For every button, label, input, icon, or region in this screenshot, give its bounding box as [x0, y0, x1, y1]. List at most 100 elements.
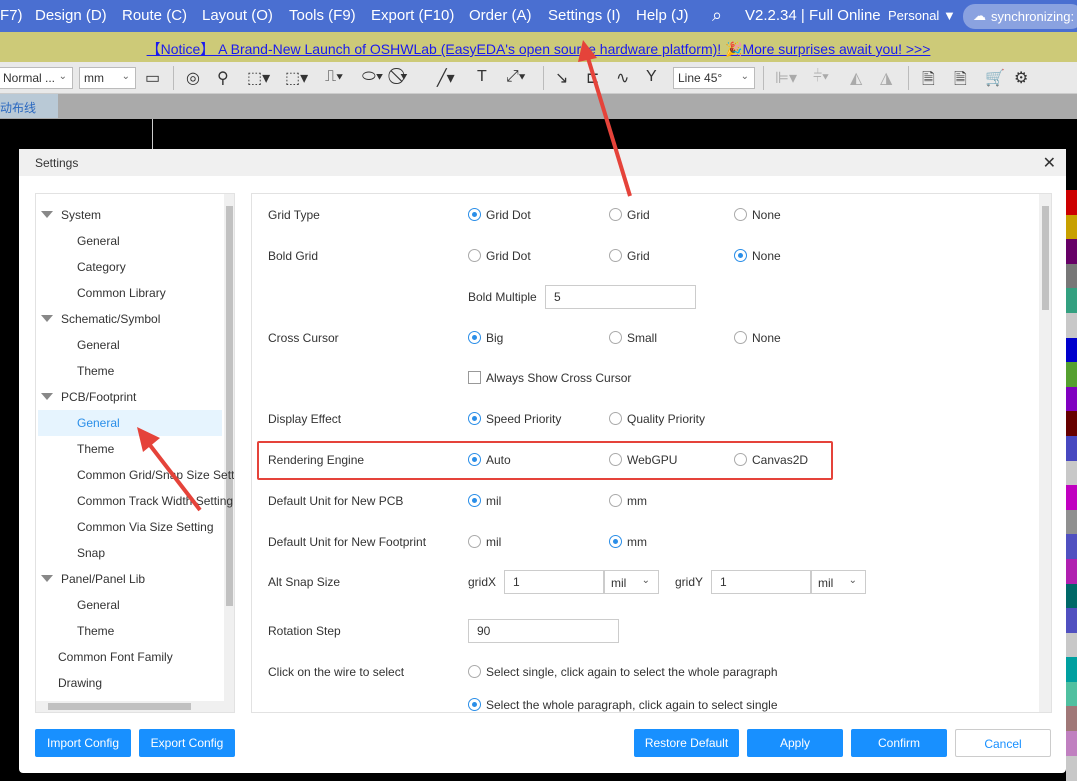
bold-grid-option[interactable]: Grid Dot: [468, 249, 531, 263]
layer-color-swatch[interactable]: [1066, 509, 1077, 535]
cart-icon[interactable]: 🛒: [985, 68, 1005, 88]
account-dropdown[interactable]: Personal ▼: [888, 8, 956, 23]
caret-down-icon[interactable]: [41, 393, 53, 400]
unit-pcb-option[interactable]: mil: [468, 494, 501, 508]
tree-item[interactable]: Common Grid/Snap Size Setting: [38, 462, 234, 488]
grid-type-option[interactable]: Grid Dot: [468, 208, 531, 222]
route-mode-select[interactable]: Line 45° ⌄: [673, 67, 755, 89]
tree-item[interactable]: General: [38, 410, 222, 436]
tree-item[interactable]: General: [38, 228, 222, 254]
cross-cursor-option[interactable]: Small: [609, 331, 657, 345]
caret-down-icon[interactable]: [41, 315, 53, 322]
layer-color-swatch[interactable]: [1066, 657, 1077, 682]
notice-link[interactable]: 【Notice】 A Brand-New Launch of OSHWLab (…: [147, 41, 931, 57]
unit-footprint-option[interactable]: mm: [609, 535, 647, 549]
gridy-input[interactable]: 1: [711, 570, 811, 594]
layer-color-swatch[interactable]: [1066, 534, 1077, 559]
unit-select[interactable]: mm ⌄: [79, 67, 136, 89]
layer-color-swatch[interactable]: [1066, 190, 1077, 215]
bold-multiple-input[interactable]: 5: [545, 285, 696, 309]
layer-color-swatch[interactable]: [1066, 681, 1077, 707]
layer-color-swatch[interactable]: [1066, 263, 1077, 289]
menu-tools[interactable]: Tools (F9): [289, 7, 356, 24]
import-config-button[interactable]: Import Config: [35, 729, 131, 757]
layer-color-swatch[interactable]: [1066, 706, 1077, 732]
layer-color-swatch[interactable]: [1066, 214, 1077, 240]
tree-item[interactable]: Theme: [38, 618, 222, 644]
gear-icon[interactable]: ⚙: [1014, 68, 1028, 88]
wire-select-option[interactable]: Select single, click again to select the…: [468, 665, 778, 679]
tree-item[interactable]: Common Font Family: [38, 644, 222, 670]
tree-item[interactable]: Panel/Panel Lib: [38, 566, 222, 592]
gridy-unit-select[interactable]: mil ⌄: [811, 570, 866, 594]
layer-color-swatch[interactable]: [1066, 337, 1077, 363]
polygon-region-icon[interactable]: ⬚▾: [285, 68, 308, 88]
tree-item[interactable]: Theme: [38, 436, 222, 462]
cross-cursor-option[interactable]: Big: [468, 331, 503, 345]
layer-color-swatch[interactable]: [1066, 239, 1077, 264]
tree-vertical-scrollbar[interactable]: [224, 194, 234, 701]
display-effect-option[interactable]: Quality Priority: [609, 412, 705, 426]
tab-document[interactable]: 动布线: [0, 94, 58, 118]
search-icon[interactable]: ⌕: [712, 5, 722, 26]
cross-cursor-option[interactable]: None: [734, 331, 781, 345]
gridx-input[interactable]: 1: [504, 570, 604, 594]
menu-settings[interactable]: Settings (I): [548, 7, 621, 24]
pad-icon[interactable]: ⚲: [217, 68, 229, 88]
grid-type-option[interactable]: Grid: [609, 208, 650, 222]
tree-item[interactable]: General: [38, 332, 222, 358]
text-icon[interactable]: T: [477, 68, 487, 86]
layer-color-swatch[interactable]: [1066, 435, 1077, 461]
cancel-button[interactable]: Cancel: [955, 729, 1051, 757]
menu-route[interactable]: Route (C): [122, 7, 187, 24]
flip-vertical-icon[interactable]: ◮: [880, 68, 892, 88]
tree-item[interactable]: Schematic/Symbol: [38, 306, 222, 332]
ruler-icon[interactable]: ▭: [145, 68, 160, 88]
tree-item[interactable]: Category: [38, 254, 222, 280]
bold-grid-option[interactable]: None: [734, 249, 781, 263]
tree-item[interactable]: Snap: [38, 540, 222, 566]
via-icon[interactable]: ◎: [186, 68, 200, 88]
menu-view[interactable]: F7): [0, 7, 23, 24]
rotation-step-input[interactable]: 90: [468, 619, 619, 643]
layer-color-swatch[interactable]: [1066, 755, 1077, 781]
always-show-cross-cursor-checkbox[interactable]: Always Show Cross Cursor: [468, 371, 631, 385]
unit-pcb-option[interactable]: mm: [609, 494, 647, 508]
layer-color-swatch[interactable]: [1066, 312, 1077, 338]
fanout-icon[interactable]: Y: [646, 68, 657, 86]
layer-color-swatch[interactable]: [1066, 485, 1077, 510]
sync-status[interactable]: ☁ synchronizing:: [963, 4, 1077, 29]
menu-design[interactable]: Design (D): [35, 7, 107, 24]
polyline-icon[interactable]: ⎍▾: [325, 68, 343, 86]
mode-select[interactable]: Normal ... ⌄: [0, 67, 73, 89]
bold-grid-option[interactable]: Grid: [609, 249, 650, 263]
menu-order[interactable]: Order (A): [469, 7, 532, 24]
line-icon[interactable]: ╱▾: [437, 68, 455, 88]
tree-item[interactable]: Theme: [38, 358, 222, 384]
route-icon[interactable]: ↘: [555, 68, 568, 88]
caret-down-icon[interactable]: [41, 211, 53, 218]
gerber-icon[interactable]: 🗎: [922, 68, 935, 95]
tree-item[interactable]: Common Track Width Setting: [38, 488, 233, 514]
grid-type-option[interactable]: None: [734, 208, 781, 222]
tree-item[interactable]: Drawing: [38, 670, 222, 696]
tree-item[interactable]: Common Via Size Setting: [38, 514, 222, 540]
tree-item[interactable]: Common Library: [38, 280, 222, 306]
prohibit-icon[interactable]: ⃠▾: [400, 68, 408, 86]
layer-color-swatch[interactable]: [1066, 288, 1077, 313]
layer-color-swatch[interactable]: [1066, 411, 1077, 436]
ellipse-icon[interactable]: ⬭▾: [362, 68, 383, 86]
menu-export[interactable]: Export (F10): [371, 7, 454, 24]
menu-layout[interactable]: Layout (O): [202, 7, 273, 24]
layer-color-swatch[interactable]: [1066, 558, 1077, 584]
align-icon[interactable]: ⊫▾: [775, 68, 797, 88]
layer-color-swatch[interactable]: [1066, 583, 1077, 609]
layer-color-swatch[interactable]: [1066, 632, 1077, 658]
differential-icon[interactable]: ⊏: [586, 68, 599, 88]
tree-item[interactable]: System: [38, 202, 222, 228]
flip-horizontal-icon[interactable]: ◭: [850, 68, 862, 88]
tree-item[interactable]: General: [38, 592, 222, 618]
unit-footprint-option[interactable]: mil: [468, 535, 501, 549]
distribute-icon[interactable]: ⫩▾: [813, 68, 829, 86]
gridx-unit-select[interactable]: mil ⌄: [604, 570, 659, 594]
